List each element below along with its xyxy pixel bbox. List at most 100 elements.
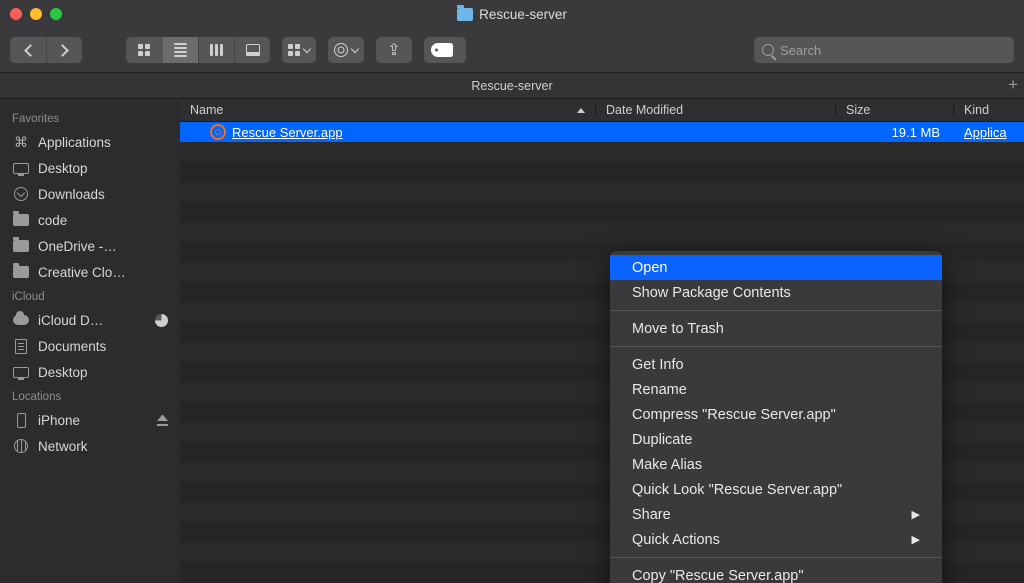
sidebar: Favorites⌘Applications Desktop Downloads co…: [0, 99, 180, 583]
file-list: Name Date Modified Size Kind Rescue Serv…: [180, 99, 1024, 583]
sidebar-heading: Locations: [0, 385, 180, 407]
grid-icon: [138, 44, 150, 56]
menu-separator: [610, 346, 942, 347]
gear-icon: [334, 43, 348, 57]
context-menu-label: Compress "Rescue Server.app": [632, 407, 836, 423]
new-tab-button[interactable]: +: [1008, 75, 1018, 95]
zoom-window-button[interactable]: [50, 8, 62, 20]
tab-label[interactable]: Rescue-server: [471, 79, 552, 93]
view-gallery-button[interactable]: [234, 37, 270, 63]
sidebar-item[interactable]: Network: [0, 433, 180, 459]
context-menu-label: Move to Trash: [632, 321, 724, 337]
context-menu: Open Show Package Contents Move to Trash Ge…: [610, 251, 942, 583]
chevron-down-icon: [303, 45, 311, 53]
sidebar-item-label: Desktop: [38, 365, 168, 380]
context-menu-label: Quick Look "Rescue Server.app": [632, 482, 842, 498]
share-button[interactable]: ⇪: [376, 37, 412, 63]
cloud-icon: [12, 315, 30, 325]
context-menu-label: Share: [632, 507, 671, 523]
sidebar-item-label: iCloud D…: [38, 313, 147, 328]
context-menu-item[interactable]: Open: [610, 255, 942, 280]
sidebar-item-label: Creative Clo…: [38, 265, 168, 280]
desktop-icon: [12, 367, 30, 378]
column-header-size[interactable]: Size: [836, 103, 954, 117]
view-switcher: [126, 37, 270, 63]
window-title-text: Rescue-server: [479, 7, 567, 22]
menu-separator: [610, 310, 942, 311]
context-menu-item[interactable]: Copy "Rescue Server.app": [610, 563, 942, 583]
chevron-down-icon: [351, 45, 359, 53]
sidebar-item[interactable]: ⌘Applications: [0, 129, 180, 155]
sort-ascending-icon: [577, 108, 585, 113]
columns-icon: [210, 44, 223, 56]
sidebar-item[interactable]: iCloud D…: [0, 307, 180, 333]
sidebar-item-label: Applications: [38, 135, 168, 150]
group-by-button[interactable]: [282, 37, 316, 63]
app-icon: [210, 124, 226, 140]
sidebar-item[interactable]: Desktop: [0, 155, 180, 181]
sidebar-item[interactable]: Downloads: [0, 181, 180, 207]
column-headers: Name Date Modified Size Kind: [180, 99, 1024, 122]
sidebar-item-label: iPhone: [38, 413, 149, 428]
context-menu-label: Copy "Rescue Server.app": [632, 568, 804, 583]
sidebar-heading: Favorites: [0, 107, 180, 129]
context-menu-label: Duplicate: [632, 432, 692, 448]
nav-buttons: [10, 37, 82, 63]
view-icons-button[interactable]: [126, 37, 162, 63]
chevron-left-icon: [24, 44, 37, 57]
folder-icon: [12, 266, 30, 278]
search-input[interactable]: [780, 43, 1006, 58]
view-columns-button[interactable]: [198, 37, 234, 63]
context-menu-item[interactable]: Show Package Contents: [610, 280, 942, 305]
context-menu-item[interactable]: Get Info: [610, 352, 942, 377]
context-menu-label: Make Alias: [632, 457, 702, 473]
context-menu-item[interactable]: Rename: [610, 377, 942, 402]
downloads-icon: [12, 187, 30, 201]
tab-bar: Rescue-server +: [0, 73, 1024, 99]
sidebar-item-label: Network: [38, 439, 168, 454]
document-icon: [12, 339, 30, 354]
share-icon: ⇪: [387, 40, 400, 60]
context-menu-label: Show Package Contents: [632, 285, 791, 301]
view-list-button[interactable]: [162, 37, 198, 63]
context-menu-item[interactable]: Compress "Rescue Server.app": [610, 402, 942, 427]
sidebar-item[interactable]: Documents: [0, 333, 180, 359]
tags-button[interactable]: [424, 37, 466, 63]
forward-button[interactable]: [46, 37, 82, 63]
context-menu-item[interactable]: Quick Look "Rescue Server.app": [610, 477, 942, 502]
context-menu-item[interactable]: Duplicate: [610, 427, 942, 452]
column-header-date[interactable]: Date Modified: [596, 103, 836, 117]
action-button[interactable]: [328, 37, 364, 63]
close-window-button[interactable]: [10, 8, 22, 20]
column-header-kind[interactable]: Kind: [954, 103, 1024, 117]
globe-icon: [12, 439, 30, 453]
sidebar-item-label: code: [38, 213, 168, 228]
desktop-icon: [12, 163, 30, 174]
search-field[interactable]: [754, 37, 1014, 63]
submenu-arrow-icon: ▶: [912, 533, 920, 546]
sidebar-item[interactable]: Creative Clo…: [0, 259, 180, 285]
column-header-name[interactable]: Name: [180, 103, 596, 117]
folder-icon: [457, 8, 473, 21]
minimize-window-button[interactable]: [30, 8, 42, 20]
context-menu-item[interactable]: Make Alias: [610, 452, 942, 477]
context-menu-item[interactable]: Quick Actions▶: [610, 527, 942, 552]
context-menu-item[interactable]: Move to Trash: [610, 316, 942, 341]
sidebar-item[interactable]: code: [0, 207, 180, 233]
context-menu-item[interactable]: Share▶: [610, 502, 942, 527]
table-row[interactable]: Rescue Server.app 19.1 MB Applica: [180, 122, 1024, 142]
search-icon: [762, 44, 774, 56]
context-menu-label: Rename: [632, 382, 687, 398]
sidebar-item[interactable]: Desktop: [0, 359, 180, 385]
phone-icon: [12, 413, 30, 428]
eject-icon[interactable]: [157, 415, 168, 426]
sidebar-item-label: Desktop: [38, 161, 168, 176]
context-menu-label: Open: [632, 260, 667, 276]
back-button[interactable]: [10, 37, 46, 63]
sidebar-item[interactable]: iPhone: [0, 407, 180, 433]
toolbar: ⇪: [0, 28, 1024, 73]
sidebar-item[interactable]: OneDrive -…: [0, 233, 180, 259]
list-icon: [174, 43, 187, 57]
gallery-icon: [246, 44, 260, 56]
file-size-cell: 19.1 MB: [836, 125, 954, 140]
